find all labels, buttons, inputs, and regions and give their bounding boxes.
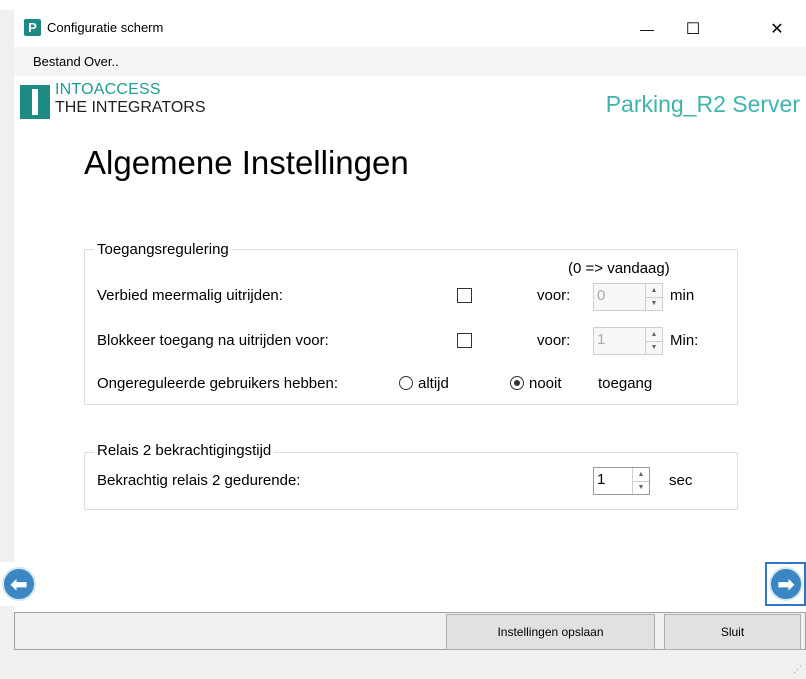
stepper-up-icon[interactable]: ▲ (646, 328, 662, 342)
settings-panel: Algemene Instellingen Toegangsregulering… (14, 138, 806, 612)
menu-bar: Bestand Over.. (14, 47, 806, 76)
brand-name: INTOACCESS (55, 81, 161, 98)
title-bar: P Configuratie scherm — ☐ ✕ (14, 10, 806, 47)
blokkeer-label: Blokkeer toegang na uitrijden voor: (97, 332, 329, 349)
stepper-down-icon[interactable]: ▼ (633, 481, 649, 494)
server-name: Parking_R2 Server (605, 91, 800, 117)
verbied-checkbox[interactable] (457, 288, 472, 303)
next-nav: ➡ (765, 562, 806, 606)
stepper-down-icon[interactable]: ▼ (646, 341, 662, 354)
minimize-button[interactable]: — (624, 10, 670, 47)
arrow-left-icon: ⬅ (10, 573, 28, 596)
close-button[interactable]: Sluit (664, 614, 801, 650)
close-window-button[interactable]: ✕ (754, 10, 800, 47)
save-settings-button[interactable]: Instellingen opslaan (446, 614, 655, 650)
window-title: Configuratie scherm (47, 20, 164, 35)
altijd-label[interactable]: altijd (418, 375, 449, 392)
blokkeer-minutes-value: 1 (597, 331, 606, 348)
status-bar: ⋰ (14, 650, 806, 679)
blokkeer-minutes-stepper[interactable]: 1 ▲ ▼ (593, 327, 663, 355)
relais-title: Relais 2 bekrachtigingstijd (94, 442, 275, 459)
menu-over[interactable]: Over.. (84, 54, 119, 69)
previous-button[interactable]: ⬅ (2, 567, 36, 601)
nooit-radio[interactable] (510, 376, 524, 390)
altijd-radio[interactable] (399, 376, 413, 390)
vandaag-hint: (0 => vandaag) (568, 260, 670, 277)
toegangsregulering-title: Toegangsregulering (94, 241, 232, 258)
verbied-label: Verbied meermalig uitrijden: (97, 287, 283, 304)
stepper-down-icon[interactable]: ▼ (646, 297, 662, 310)
stepper-up-icon[interactable]: ▲ (633, 468, 649, 482)
relais-unit: sec (669, 472, 693, 489)
verbied-voor-label: voor: (537, 287, 571, 304)
ongereguleerde-label: Ongereguleerde gebruikers hebben: (97, 375, 339, 392)
next-button[interactable]: ➡ (769, 567, 803, 601)
relais-seconds-value: 1 (597, 471, 606, 488)
stepper-up-icon[interactable]: ▲ (646, 284, 662, 298)
verbied-unit: min (670, 287, 695, 304)
previous-nav: ⬅ (0, 562, 36, 606)
stepper-buttons: ▲ ▼ (632, 468, 649, 494)
verbied-minutes-value: 0 (597, 287, 606, 304)
close-icon: ✕ (770, 20, 784, 38)
nooit-label[interactable]: nooit (529, 375, 562, 392)
brand-header: INTOACCESS THE INTEGRATORS Parking_R2 Se… (14, 76, 806, 138)
arrow-right-icon: ➡ (777, 573, 795, 596)
brand-tagline: THE INTEGRATORS (55, 99, 206, 116)
desktop-strip-top (0, 0, 806, 10)
menu-bestand[interactable]: Bestand (33, 54, 81, 69)
intoaccess-logo (20, 85, 50, 119)
maximize-icon: ☐ (685, 20, 701, 38)
blokkeer-unit: Min: (670, 332, 699, 349)
logo-bar-icon (32, 89, 38, 115)
blokkeer-voor-label: voor: (537, 332, 571, 349)
stepper-buttons: ▲ ▼ (645, 328, 662, 354)
relais-seconds-stepper[interactable]: 1 ▲ ▼ (593, 467, 650, 495)
verbied-minutes-stepper[interactable]: 0 ▲ ▼ (593, 283, 663, 311)
blokkeer-checkbox[interactable] (457, 333, 472, 348)
toegang-suffix: toegang (598, 375, 653, 392)
minimize-icon: — (640, 20, 654, 37)
relais-label: Bekrachtig relais 2 gedurende: (97, 472, 301, 489)
maximize-button[interactable]: ☐ (670, 10, 716, 47)
parking-app-icon: P (24, 19, 41, 36)
resize-grip-icon[interactable]: ⋰ (793, 664, 802, 675)
stepper-buttons: ▲ ▼ (645, 284, 662, 310)
page-title: Algemene Instellingen (84, 144, 409, 181)
